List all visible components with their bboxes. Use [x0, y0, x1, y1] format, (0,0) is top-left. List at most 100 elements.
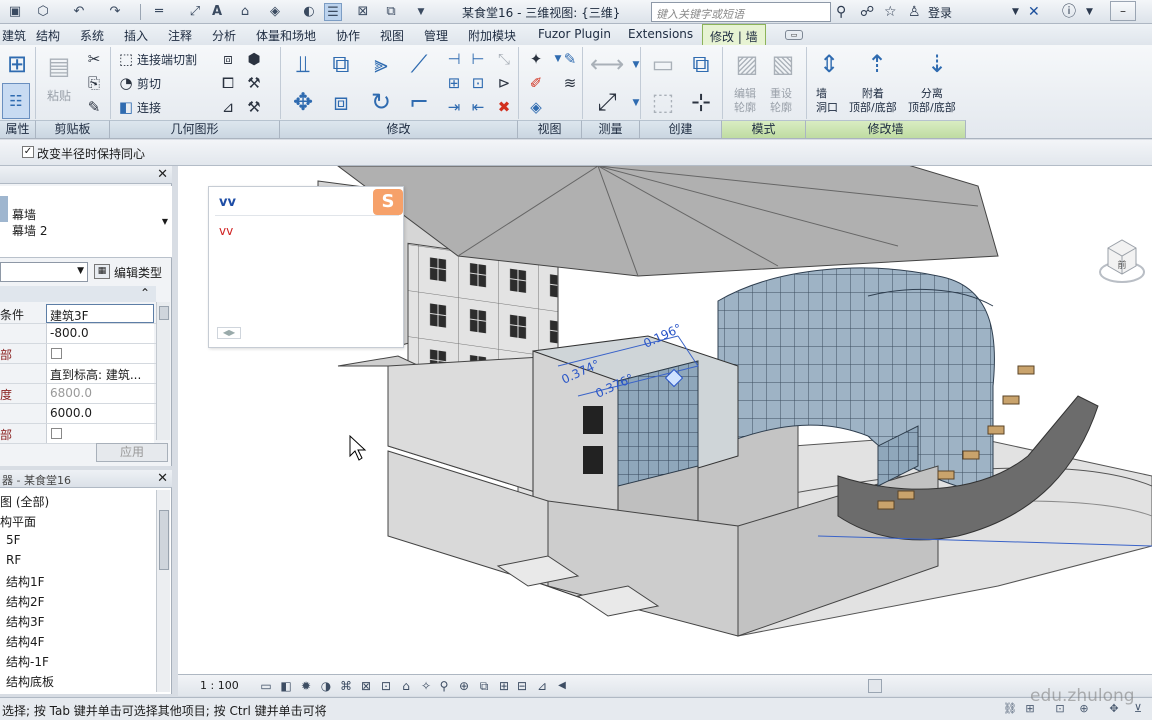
tab-systems[interactable]: 系统 — [80, 27, 104, 44]
geometry-cope-label[interactable]: 连接端切割 — [137, 51, 197, 68]
paint-icon[interactable]: ⬢ — [244, 49, 264, 69]
attach-label[interactable]: 附着 顶部/底部 — [849, 87, 897, 115]
ime-candidate[interactable]: vv — [219, 224, 233, 238]
trim-single-icon[interactable]: ⇥ — [444, 97, 464, 117]
horizontal-scrollbar-thumb[interactable] — [868, 679, 882, 693]
apply-button[interactable]: 应用 — [96, 443, 168, 462]
drag-on-selection-icon[interactable]: ✥ — [1106, 702, 1122, 716]
cut-geometry-icon[interactable]: ◔ — [116, 73, 136, 93]
detach-top-base-icon[interactable]: ⇣ — [920, 47, 954, 81]
cut-icon[interactable]: ✂ — [84, 49, 104, 69]
geometry-join-label[interactable]: 连接 — [137, 99, 161, 116]
scrollbar-thumb[interactable] — [159, 306, 169, 320]
close-hidden-icon[interactable]: ⊠ — [354, 3, 372, 21]
copy-icon[interactable]: ⎘ — [84, 73, 104, 93]
type-properties-button[interactable]: ☷ — [2, 83, 30, 119]
unpin-icon[interactable]: ⊳ — [494, 73, 514, 93]
tab-addins[interactable]: 附加模块 — [468, 27, 516, 44]
worksharing-icon[interactable]: ⧉ — [476, 678, 492, 694]
scale-icon[interactable]: ⤡ — [494, 49, 514, 69]
create-group-icon[interactable]: ⧉ — [684, 47, 718, 81]
match-type-icon[interactable]: ✎ — [84, 97, 104, 117]
tab-insert[interactable]: 插入 — [124, 27, 148, 44]
tab-analyze[interactable]: 分析 — [212, 27, 236, 44]
trim-icon[interactable]: ⌐ — [402, 85, 436, 119]
geometry-cut-label[interactable]: 剪切 — [137, 75, 161, 92]
tab-view[interactable]: 视图 — [380, 27, 404, 44]
copy-element-icon[interactable]: ⧈ — [324, 85, 358, 119]
3d-view-icon[interactable]: ⌂ — [236, 3, 254, 21]
measure-dropdown-icon[interactable]: ▼ — [626, 55, 646, 75]
filter-icon[interactable]: ⊻ — [1130, 702, 1146, 716]
mirror-axis-icon[interactable]: ⫸ — [364, 47, 398, 81]
trim-multi-icon[interactable]: ⇤ — [468, 97, 488, 117]
wall-opening-icon[interactable]: ⇕ — [812, 47, 846, 81]
properties-icon[interactable]: ⊞ — [0, 47, 34, 81]
select-by-face-icon[interactable]: ⊕ — [1076, 702, 1092, 716]
pin-icon[interactable]: ⊡ — [468, 73, 488, 93]
show-crop-icon[interactable]: ⊡ — [378, 678, 394, 694]
create-similar-icon[interactable]: ⊹ — [684, 85, 718, 119]
property-value-input[interactable]: 建筑3F — [46, 304, 154, 323]
ime-page-nav[interactable]: ◀▶ — [217, 327, 241, 339]
tab-extensions[interactable]: Extensions — [628, 27, 693, 41]
browser-scrollbar[interactable] — [156, 490, 170, 692]
qa-customize-icon[interactable]: ▼ — [412, 3, 430, 21]
tab-modify-wall[interactable]: 修改 | 墙 — [702, 24, 766, 45]
property-checkbox[interactable] — [51, 348, 62, 359]
move-icon[interactable]: ✥ — [286, 85, 320, 119]
bulb-icon[interactable]: ✦ — [526, 49, 546, 69]
edit-type-icon[interactable]: ▦ — [94, 264, 110, 279]
tab-massing[interactable]: 体量和场地 — [256, 27, 316, 44]
offset-icon[interactable]: ⧉ — [324, 47, 358, 81]
tree-item[interactable]: 结构-1F — [6, 653, 49, 670]
rotate-icon[interactable]: ↻ — [364, 85, 398, 119]
hammer-icon[interactable]: ⚒ — [244, 97, 264, 117]
help-dropdown-icon[interactable]: ▼ — [1086, 3, 1093, 21]
cope-icon[interactable]: ⬚ — [116, 49, 136, 69]
switch-window-icon[interactable]: ⧉ — [382, 3, 400, 21]
detach-label[interactable]: 分离 顶部/底部 — [908, 87, 956, 115]
detail-level-icon[interactable]: ▭ — [258, 678, 274, 694]
tree-item[interactable]: 结构2F — [6, 593, 45, 610]
type-selector[interactable]: 幕墙 幕墙 2 ▼ — [0, 186, 172, 258]
chevron-down-icon[interactable]: ▼ — [162, 217, 168, 226]
highlight-displacement-icon[interactable]: ⊿ — [534, 678, 550, 694]
property-value-input[interactable]: 直到标高: 建筑... — [46, 364, 154, 383]
dimension-dropdown-icon[interactable]: ▼ — [626, 93, 646, 113]
hide-element-icon[interactable]: ◈ — [526, 97, 546, 117]
view-scale[interactable]: 1 : 100 — [200, 679, 239, 692]
select-underlay-icon[interactable]: ⊞ — [1022, 702, 1038, 716]
visual-style-icon[interactable]: ◧ — [278, 678, 294, 694]
sun-path-icon[interactable]: ✹ — [298, 678, 314, 694]
3d-viewport[interactable]: 0.196° 0.374° 0.376° vv S vv ◀▶ 前 — [178, 166, 1152, 674]
array-icon[interactable]: ⊞ — [444, 73, 464, 93]
split-gap-icon[interactable]: ⊢ — [468, 49, 488, 69]
tab-architecture[interactable]: 建筑 — [2, 27, 26, 44]
temporary-properties-icon[interactable]: ⊕ — [456, 678, 472, 694]
tree-item[interactable]: 结构底板 — [6, 673, 54, 690]
tree-item[interactable]: 构平面 — [0, 513, 36, 530]
split-face-icon[interactable]: ⧈ — [218, 49, 238, 69]
reveal-hidden-icon[interactable]: ⚲ — [436, 678, 452, 694]
property-value-input[interactable]: -800.0 — [46, 324, 154, 343]
instance-filter-select[interactable]: ▼ — [0, 262, 88, 282]
paste-icon[interactable]: ▤ — [42, 49, 76, 83]
open-icon[interactable]: ⬡ — [34, 3, 52, 21]
close-icon[interactable]: ✕ — [157, 471, 168, 486]
viewcube[interactable]: 前 — [1098, 232, 1146, 288]
tab-structure[interactable]: 结构 — [36, 27, 60, 44]
undo-icon[interactable]: ↶ — [70, 3, 88, 21]
tree-item[interactable]: 结构3F — [6, 613, 45, 630]
login-link[interactable]: 登录 — [928, 4, 952, 21]
text-icon[interactable]: A — [208, 3, 226, 21]
ribbon-minimize-icon[interactable]: ▭ — [785, 30, 803, 40]
select-pinned-icon[interactable]: ⊡ — [1052, 702, 1068, 716]
crop-view-icon[interactable]: ⊠ — [358, 678, 374, 694]
tab-collaborate[interactable]: 协作 — [336, 27, 360, 44]
reset-profile-icon[interactable]: ▧ — [766, 47, 800, 81]
mirror-draw-icon[interactable]: ⟋ — [402, 47, 436, 81]
close-icon[interactable]: ✕ — [157, 167, 168, 182]
camera-icon[interactable]: ◐ — [300, 3, 318, 21]
tree-item[interactable]: 结构1F — [6, 573, 45, 590]
